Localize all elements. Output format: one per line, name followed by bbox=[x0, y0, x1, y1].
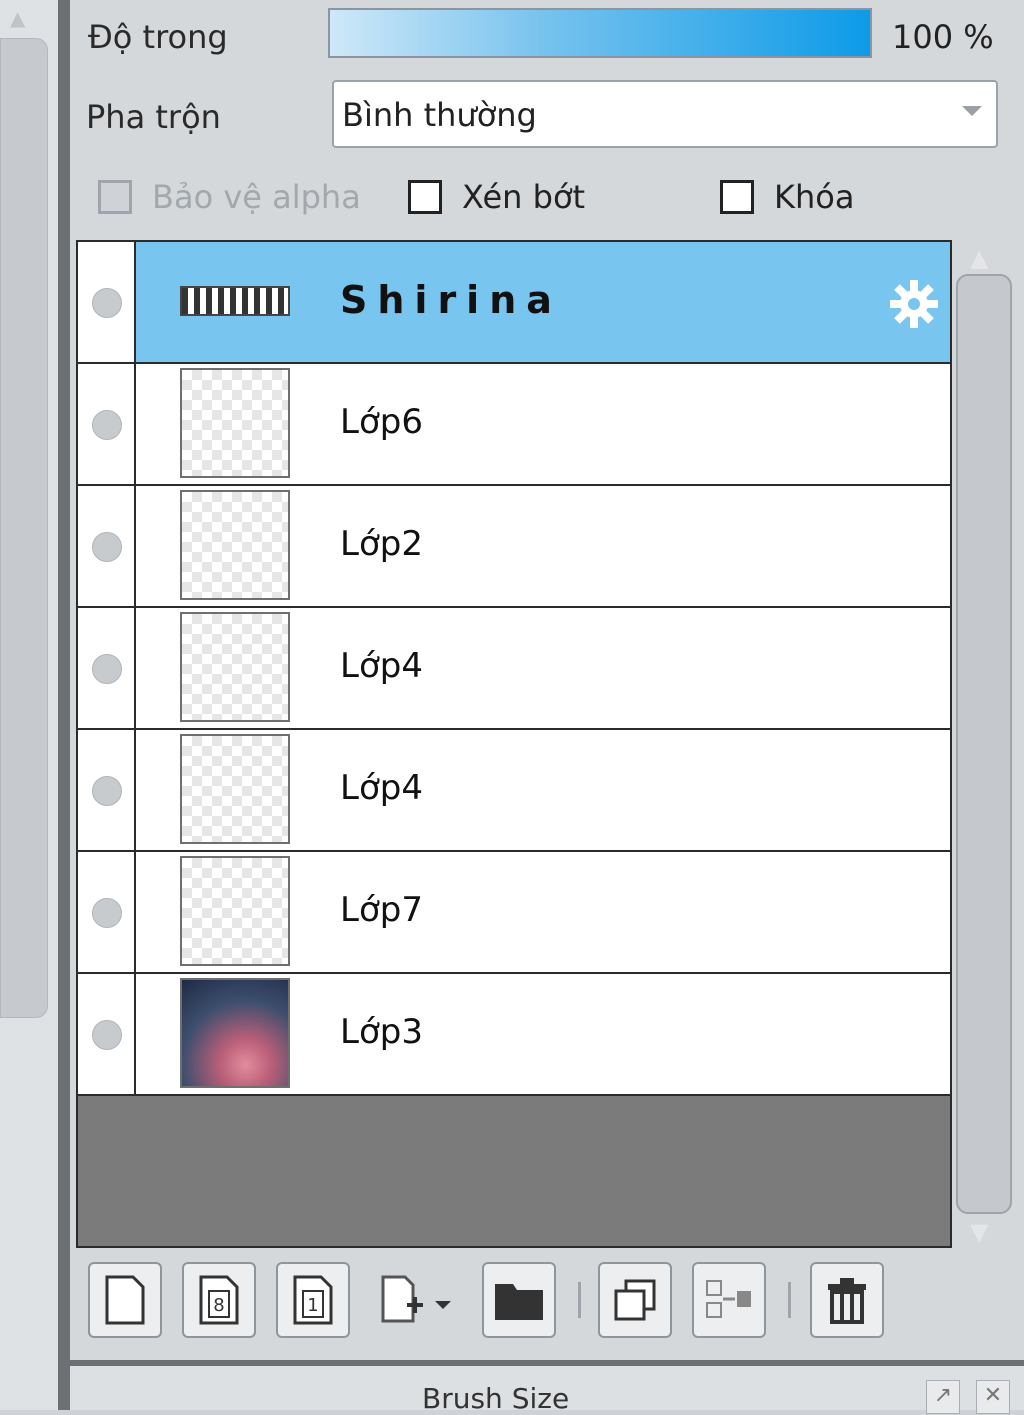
visibility-column bbox=[78, 730, 136, 850]
visibility-column bbox=[78, 852, 136, 972]
trash-icon bbox=[828, 1278, 866, 1324]
folder-icon bbox=[495, 1284, 543, 1320]
visibility-toggle[interactable] bbox=[92, 288, 122, 318]
layer-thumbnail bbox=[180, 286, 290, 316]
opacity-slider[interactable] bbox=[328, 8, 872, 58]
layer-thumbnail bbox=[180, 856, 290, 966]
layer-thumbnail bbox=[180, 368, 290, 478]
blend-mode-select[interactable]: Bình thường bbox=[332, 80, 998, 148]
close-icon[interactable]: ✕ bbox=[976, 1380, 1010, 1414]
panel-title: Brush Size bbox=[422, 1382, 570, 1415]
visibility-toggle[interactable] bbox=[92, 898, 122, 928]
layer-row[interactable]: Lớp3 bbox=[78, 974, 950, 1096]
visibility-column bbox=[78, 974, 136, 1094]
layer-row[interactable]: Lớp6 bbox=[78, 364, 950, 486]
new-1bit-layer-button[interactable]: 1 bbox=[276, 1262, 350, 1338]
layer-name: Lớp4 bbox=[340, 646, 423, 686]
layer-list-scrollbar[interactable] bbox=[956, 274, 1012, 1214]
brush-size-panel-header: Brush Size ↗ ✕ bbox=[70, 1360, 1024, 1415]
visibility-toggle[interactable] bbox=[92, 654, 122, 684]
lock-box[interactable] bbox=[720, 180, 754, 214]
toolbar-separator bbox=[578, 1282, 581, 1318]
add-layer-icon bbox=[381, 1275, 451, 1323]
layer-panel: Độ trong 100 % Pha trộn Bình thường Bảo … bbox=[70, 0, 1024, 1360]
panel-divider[interactable] bbox=[58, 0, 70, 1410]
protect-alpha-checkbox[interactable]: Bảo vệ alpha bbox=[98, 178, 361, 216]
layer-row[interactable]: Lớp2 bbox=[78, 486, 950, 608]
layer-row[interactable]: Shirina bbox=[78, 242, 950, 364]
svg-text:8: 8 bbox=[213, 1295, 224, 1316]
layer-row[interactable]: Lớp7 bbox=[78, 852, 950, 974]
scroll-down-arrow-icon[interactable]: ▼ bbox=[970, 1218, 988, 1246]
opacity-value: 100 % bbox=[892, 18, 994, 56]
visibility-toggle[interactable] bbox=[92, 1020, 122, 1050]
merge-layer-button[interactable] bbox=[692, 1262, 766, 1338]
layer-name: Lớp4 bbox=[340, 768, 423, 808]
left-scrollbar[interactable] bbox=[0, 38, 48, 1018]
layer-thumbnail bbox=[180, 978, 290, 1088]
toolbar-separator bbox=[788, 1282, 791, 1318]
protect-alpha-box[interactable] bbox=[98, 180, 132, 214]
new-folder-button[interactable] bbox=[482, 1262, 556, 1338]
chevron-down-icon bbox=[962, 106, 982, 116]
visibility-column bbox=[78, 486, 136, 606]
8bit-layer-icon: 8 bbox=[199, 1275, 239, 1325]
gear-icon[interactable] bbox=[886, 276, 942, 332]
visibility-toggle[interactable] bbox=[92, 410, 122, 440]
add-layer-dropdown-button[interactable] bbox=[370, 1262, 468, 1338]
layer-row[interactable]: Lớp4 bbox=[78, 608, 950, 730]
merge-icon bbox=[706, 1280, 751, 1318]
lock-checkbox[interactable]: Khóa bbox=[720, 178, 854, 216]
layer-name: Lớp2 bbox=[340, 524, 423, 564]
new-page-icon bbox=[105, 1275, 145, 1325]
layer-thumbnail bbox=[180, 612, 290, 722]
new-8bit-layer-button[interactable]: 8 bbox=[182, 1262, 256, 1338]
layer-name: Lớp6 bbox=[340, 402, 423, 442]
delete-layer-button[interactable] bbox=[810, 1262, 884, 1338]
layer-name: Lớp7 bbox=[340, 890, 423, 930]
layer-toolbar: 8 1 bbox=[84, 1258, 1004, 1340]
svg-text:1: 1 bbox=[307, 1295, 318, 1316]
layer-thumbnail bbox=[180, 490, 290, 600]
clip-label: Xén bớt bbox=[462, 178, 586, 216]
opacity-label: Độ trong bbox=[88, 18, 228, 56]
visibility-column bbox=[78, 364, 136, 484]
scroll-up-arrow-icon[interactable]: ▲ bbox=[970, 244, 988, 272]
visibility-toggle[interactable] bbox=[92, 532, 122, 562]
lock-label: Khóa bbox=[774, 178, 855, 216]
popout-icon[interactable]: ↗ bbox=[926, 1380, 960, 1414]
blend-label: Pha trộn bbox=[86, 98, 221, 136]
duplicate-layer-button[interactable] bbox=[598, 1262, 672, 1338]
visibility-column bbox=[78, 608, 136, 728]
layer-row[interactable]: Lớp4 bbox=[78, 730, 950, 852]
layer-name: Lớp3 bbox=[340, 1012, 423, 1052]
blend-mode-value: Bình thường bbox=[342, 96, 537, 134]
visibility-toggle[interactable] bbox=[92, 776, 122, 806]
layer-name: Shirina bbox=[340, 278, 562, 322]
clip-box[interactable] bbox=[408, 180, 442, 214]
protect-alpha-label: Bảo vệ alpha bbox=[152, 178, 361, 216]
layer-thumbnail bbox=[180, 734, 290, 844]
scroll-up-arrow-icon[interactable]: ▲ bbox=[10, 6, 25, 30]
visibility-column bbox=[78, 242, 136, 362]
duplicate-icon bbox=[614, 1279, 656, 1321]
1bit-layer-icon: 1 bbox=[293, 1275, 333, 1325]
opacity-slider-fill bbox=[330, 10, 870, 56]
new-layer-button[interactable] bbox=[88, 1262, 162, 1338]
clip-checkbox[interactable]: Xén bớt bbox=[408, 178, 585, 216]
left-panel-edge: ▲ bbox=[0, 0, 58, 1410]
layer-list: Shirina Lớp6 Lớp2 Lớp4 Lớp4 Lớp7 Lớp3 bbox=[76, 240, 952, 1248]
